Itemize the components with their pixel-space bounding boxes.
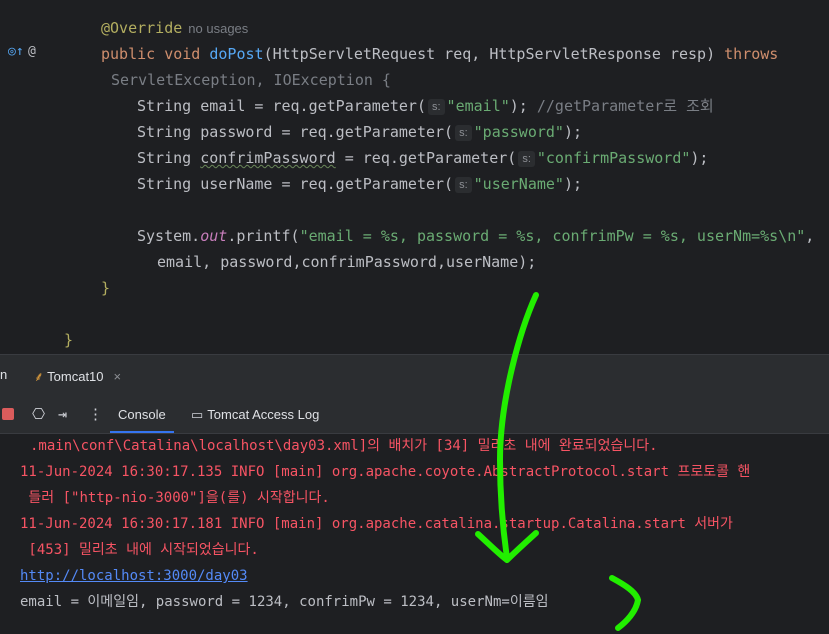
code-line-email: String email = req.getParameter(s: "email… <box>137 97 714 115</box>
tab-tomcat-access-log[interactable]: ▭ Tomcat Access Log <box>191 407 319 423</box>
code-line-username: String userName = req.getParameter(s: "us… <box>137 175 583 193</box>
tab-console[interactable]: Console <box>110 407 174 433</box>
code-line-printf: System.out.printf("email = %s, password … <box>137 227 815 245</box>
typo-variable: confrimPassword <box>200 149 336 167</box>
console-line: 11-Jun-2024 16:30:17.135 INFO [main] org… <box>20 464 751 480</box>
override-method-icon[interactable]: ◎↑ <box>8 44 24 59</box>
param-hint: s: <box>455 125 472 141</box>
param-hint: s: <box>455 177 472 193</box>
localhost-link[interactable]: http://localhost:3000/day03 <box>20 563 248 589</box>
usages-hint[interactable]: no usages <box>188 21 248 36</box>
annotation-icon[interactable]: @ <box>28 44 36 59</box>
tomcat-icon: ⸙ <box>34 369 44 384</box>
console-output[interactable]: .main\conf\Catalina\localhost\day03.xml]… <box>0 433 829 633</box>
code-line-exceptions: ServletException, IOException { <box>111 71 391 89</box>
run-tool-window: n ⸙ Tomcat10 × ⎔ ⇥ ⋮ Console ▭ Tomcat Acce… <box>0 354 829 634</box>
program-output-line: email = 이메일임, password = 1234, confrimPw… <box>20 594 549 610</box>
param-hint: s: <box>427 99 445 115</box>
param-hint: s: <box>518 151 535 167</box>
console-line: [453] 밀리초 내에 시작되었습니다. <box>20 542 259 558</box>
console-toolbar: ⎔ ⇥ ⋮ Console ▭ Tomcat Access Log <box>0 399 829 434</box>
class-close-brace: } <box>64 331 74 349</box>
editor-gutter: ◎↑ @ <box>0 0 56 354</box>
run-tab-tomcat[interactable]: ⸙ Tomcat10 × <box>34 367 121 385</box>
code-comment: //getParameter로 조회 <box>536 97 714 115</box>
restore-layout-icon[interactable]: ⇥ <box>58 405 67 423</box>
log-icon: ▭ <box>191 407 204 422</box>
run-tabs-bar: n ⸙ Tomcat10 × <box>0 355 829 399</box>
stop-icon[interactable] <box>2 408 14 420</box>
code-editor[interactable]: ◎↑ @ @Override no usages public void doPo… <box>0 0 829 354</box>
code-line-printf-args: email, password,confrimPassword,userName… <box>157 253 537 271</box>
code-line-confirm-password: String confrimPassword = req.getParamete… <box>137 149 709 167</box>
code-line-signature: public void doPost(HttpServletRequest re… <box>101 45 779 63</box>
console-line: 11-Jun-2024 16:30:17.181 INFO [main] org… <box>20 516 733 532</box>
console-line: .main\conf\Catalina\localhost\day03.xml]… <box>30 438 658 454</box>
run-tool-label[interactable]: n <box>0 367 7 382</box>
method-name: doPost <box>209 45 264 63</box>
close-tab-icon[interactable]: × <box>114 369 122 384</box>
code-line-password: String password = req.getParameter(s: "pa… <box>137 123 583 141</box>
console-line: 들러 ["http-nio-3000"]을(를) 시작합니다. <box>20 490 330 506</box>
more-options-icon[interactable]: ⋮ <box>88 405 103 423</box>
screenshot-icon[interactable]: ⎔ <box>32 405 45 423</box>
method-close-brace: } <box>101 279 111 297</box>
code-line-override: @Override no usages <box>101 15 248 41</box>
run-tab-label: Tomcat10 <box>47 369 104 384</box>
override-annotation: @Override <box>101 19 183 37</box>
